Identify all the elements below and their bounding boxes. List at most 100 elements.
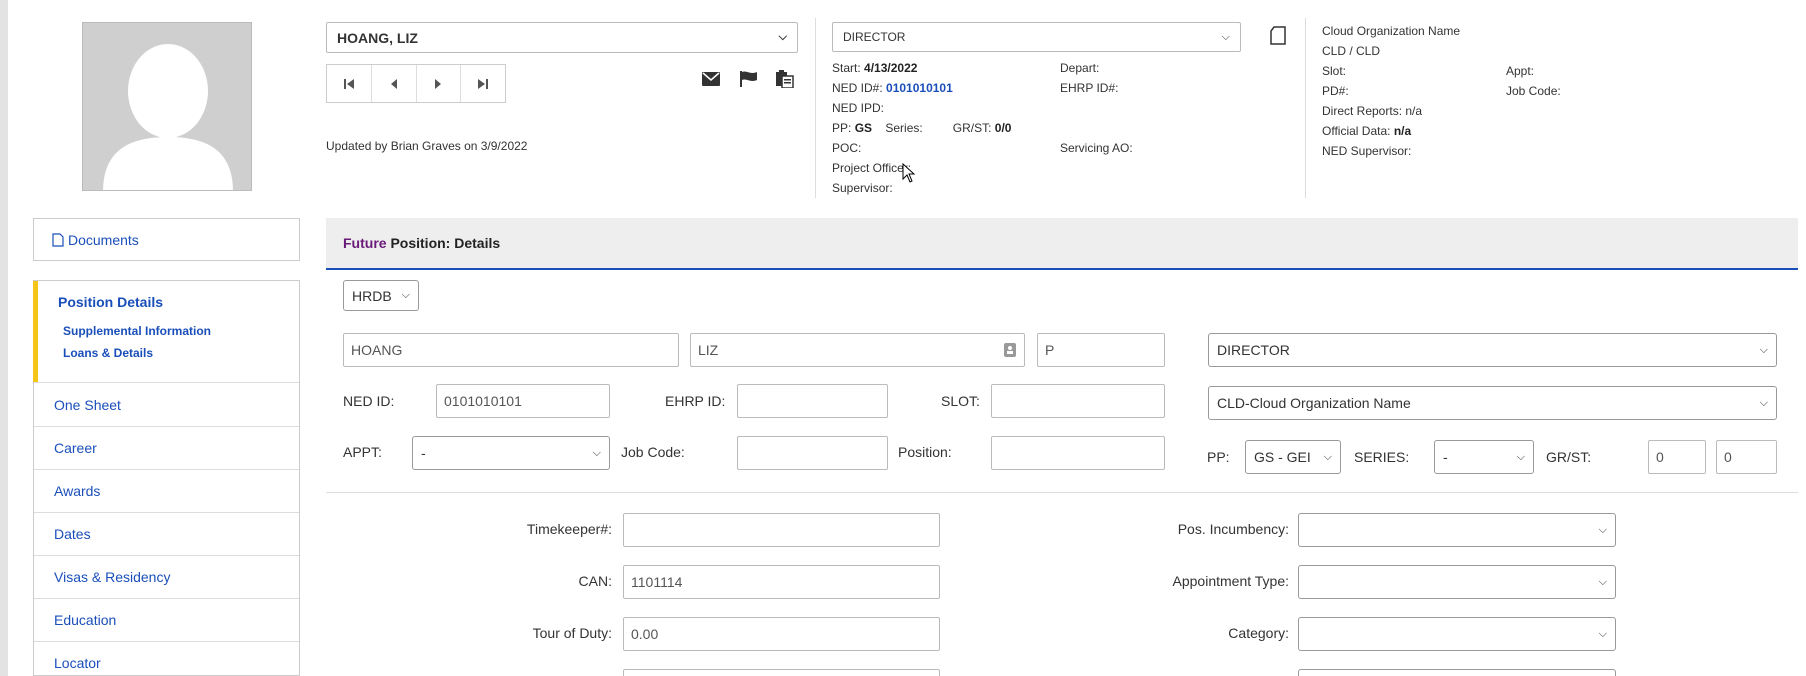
divider [1305, 18, 1306, 198]
panel-header: Future Position: Details [326, 218, 1798, 270]
source-select-value: HRDB [352, 287, 392, 304]
chevron-down-icon: ⌵ [778, 31, 787, 43]
org-select-value: CLD-Cloud Organization Name [1217, 395, 1411, 411]
official-data-value: n/a [1393, 124, 1412, 138]
avatar [82, 22, 252, 191]
chevron-down-icon: ⌵ [401, 289, 410, 301]
timekeeper-input[interactable] [623, 513, 940, 547]
previous-record-button[interactable] [372, 65, 417, 102]
ehrp-id-label: EHRP ID: [665, 393, 726, 409]
sidebar-subitem-supplemental[interactable]: Supplemental Information [58, 324, 299, 338]
appt-select[interactable]: - ⌵ [412, 436, 610, 470]
sidebar-item-locator[interactable]: Locator [34, 641, 299, 676]
flag-icon[interactable] [740, 71, 758, 90]
sidebar-item-education[interactable]: Education [34, 598, 299, 641]
sidebar-nav: Position Details Supplemental Informatio… [33, 280, 300, 676]
last-name-value: HOANG [351, 342, 403, 358]
documents-label: Documents [68, 231, 139, 248]
sidebar-item-position-details-label[interactable]: Position Details [58, 294, 299, 310]
contact-card-icon [1004, 343, 1016, 357]
chevron-down-icon: ⌵ [592, 446, 601, 459]
tour-of-duty-label: Tour of Duty: [532, 625, 612, 641]
panel-title: Position: Details [390, 235, 501, 251]
info-middle: Depart: EHRP ID#: [1060, 58, 1118, 98]
grade-input[interactable]: 0 [1648, 440, 1706, 474]
sidebar-item-dates[interactable]: Dates [34, 512, 299, 555]
middle-initial-input[interactable]: P [1037, 333, 1165, 367]
tour-of-duty-value: 0.00 [631, 626, 659, 642]
category-select[interactable]: ⌵ [1298, 617, 1616, 651]
clipboard-icon[interactable] [776, 70, 794, 91]
first-name-input[interactable]: LIZ [690, 333, 1025, 367]
pp-select-value: GS - GEI [1254, 449, 1311, 465]
employee-select[interactable]: HOANG, LIZ ⌵ [326, 22, 798, 53]
sidebar-subitem-loans[interactable]: Loans & Details [58, 346, 299, 360]
documents-link[interactable]: Documents [33, 218, 300, 261]
series-label: Series: [885, 121, 923, 135]
grade-value: 0 [1656, 449, 1664, 465]
job-code-input[interactable] [737, 436, 888, 470]
start-label: Start: [832, 61, 861, 75]
next-icon [435, 78, 442, 89]
next-select-partial[interactable] [1298, 669, 1616, 676]
appt-label: APPT: [343, 444, 382, 460]
first-icon [343, 78, 354, 89]
title-dropdown[interactable]: DIRECTOR ⌵ [1208, 333, 1777, 367]
org-code: CLD / CLD [1322, 44, 1381, 58]
job-code-label: Job Code: [1506, 84, 1561, 98]
next-input-partial[interactable] [623, 669, 940, 676]
category-label: Category: [1228, 625, 1289, 641]
poc-label: POC: [832, 141, 862, 155]
position-input[interactable] [991, 436, 1165, 470]
divider [815, 18, 816, 198]
sidebar-item-career[interactable]: Career [34, 426, 299, 469]
ned-id-input[interactable]: 0101010101 [436, 384, 610, 418]
step-input[interactable]: 0 [1716, 440, 1777, 474]
slot-label: Slot: [1322, 64, 1347, 78]
ehrp-id-input[interactable] [737, 384, 888, 418]
previous-icon [390, 78, 397, 89]
sidebar-item-awards[interactable]: Awards [34, 469, 299, 512]
appt-label: Appt: [1506, 64, 1535, 78]
tour-of-duty-input[interactable]: 0.00 [623, 617, 940, 651]
title-select[interactable]: DIRECTOR ⌵ [832, 22, 1241, 52]
grst-label: GR/ST: [952, 121, 992, 135]
appointment-type-select[interactable]: ⌵ [1298, 565, 1616, 599]
project-officer-label: Project Officer: [832, 161, 912, 175]
next-record-button[interactable] [417, 65, 462, 102]
pp-value: GS [854, 121, 873, 135]
email-icon[interactable] [702, 72, 720, 89]
first-record-button[interactable] [327, 65, 372, 102]
series-select-value: - [1443, 449, 1448, 465]
ned-id-link[interactable]: 0101010101 [886, 81, 953, 95]
info-left: Start: 4/13/2022 NED ID#: 0101010101 NED… [832, 58, 1072, 198]
can-input[interactable]: 1101114 [623, 565, 940, 599]
sidebar-item-position-details[interactable]: Position Details Supplemental Informatio… [33, 281, 299, 382]
source-select[interactable]: HRDB ⌵ [343, 280, 419, 311]
appointment-type-label: Appointment Type: [1172, 573, 1289, 589]
sidebar-item-one-sheet[interactable]: One Sheet [34, 383, 299, 426]
supervisor-label: Supervisor: [832, 181, 893, 195]
org-name: Cloud Organization Name [1322, 24, 1461, 38]
last-record-button[interactable] [461, 65, 505, 102]
middle-initial-value: P [1045, 342, 1055, 358]
pp-select[interactable]: GS - GEI ⌵ [1245, 440, 1341, 474]
position-label: Position: [898, 444, 952, 460]
step-value: 0 [1724, 449, 1732, 465]
employee-select-value: HOANG, LIZ [337, 29, 418, 46]
slot-input[interactable] [991, 384, 1165, 418]
appt-select-value: - [421, 445, 426, 461]
series-select[interactable]: - ⌵ [1434, 440, 1534, 474]
start-value: 4/13/2022 [864, 61, 918, 75]
org-info-right: Appt: Job Code: [1506, 61, 1561, 101]
pp-label: PP: [1207, 449, 1230, 465]
document-icon[interactable] [1270, 26, 1286, 48]
chevron-down-icon: ⌵ [1598, 575, 1607, 588]
last-name-input[interactable]: HOANG [343, 333, 679, 367]
sidebar-item-visas[interactable]: Visas & Residency [34, 555, 299, 598]
pd-label: PD#: [1322, 84, 1349, 98]
org-select[interactable]: CLD-Cloud Organization Name ⌵ [1208, 386, 1777, 420]
last-icon [478, 78, 489, 89]
title-select-value: DIRECTOR [843, 30, 906, 44]
incumbency-select[interactable]: ⌵ [1298, 513, 1616, 547]
